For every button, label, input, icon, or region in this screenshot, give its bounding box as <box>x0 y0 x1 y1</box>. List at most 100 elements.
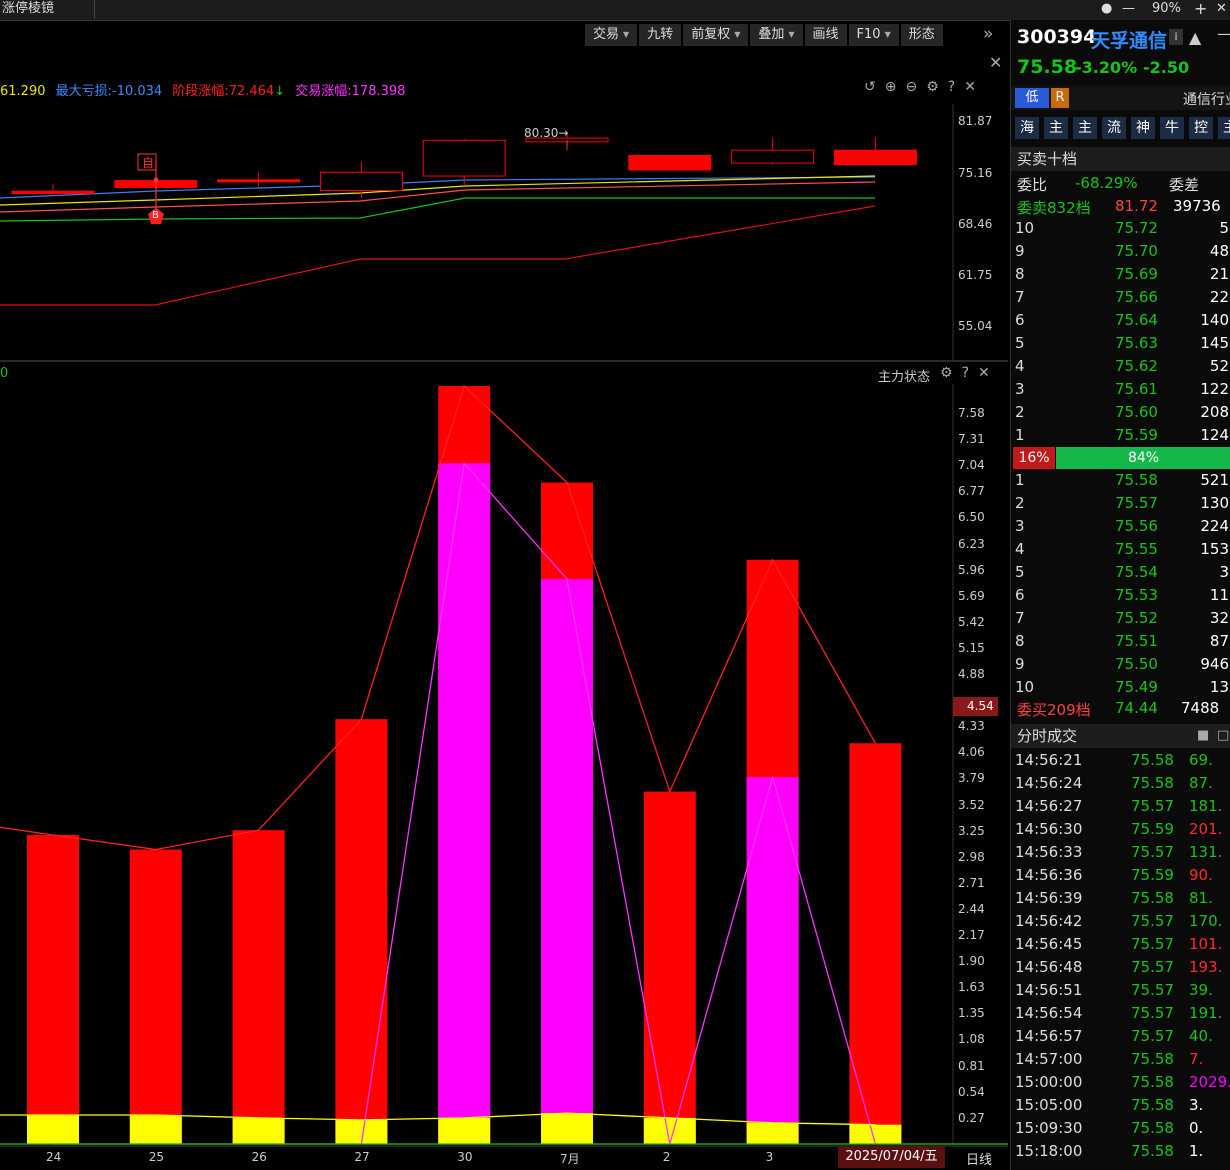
orderbook-row[interactable]: 1 75.59 124 <box>1011 424 1230 447</box>
x-tick-label: 24 <box>46 1150 62 1164</box>
orderbook-row[interactable]: 10 75.49 13 <box>1011 676 1230 699</box>
level-volume: 208 <box>1200 403 1229 421</box>
orderbook-row[interactable]: 6 75.64 140 <box>1011 309 1230 332</box>
tick-volume: 2029. <box>1189 1073 1230 1091</box>
level-label: 5 <box>1015 334 1025 352</box>
alert-icon[interactable]: ● <box>1101 0 1112 19</box>
orderbook-row[interactable]: 2 75.60 208 <box>1011 401 1230 424</box>
indicator-tick-label: 5.42 <box>958 615 985 629</box>
level-label: 3 <box>1015 517 1025 535</box>
candle-body <box>833 149 917 166</box>
orderbook-row[interactable]: 7 75.66 22 <box>1011 286 1230 309</box>
tick-volume: 131. <box>1189 843 1223 861</box>
candle-body <box>422 139 506 177</box>
concept-tag[interactable]: 神 <box>1131 117 1155 139</box>
level-price: 75.57 <box>1115 494 1158 512</box>
indicator-tick-label: 1.90 <box>958 954 985 968</box>
buy-sell-ratio-green: 84% <box>1056 447 1230 469</box>
tick-time: 14:56:42 <box>1015 912 1083 930</box>
indicator-tick-label: 1.63 <box>958 980 985 994</box>
indicator-tick-label: 6.50 <box>958 510 985 524</box>
detail-icon[interactable]: □ <box>1217 724 1229 748</box>
tag-row: 低 R 通信行业 <box>1011 86 1230 110</box>
orderbook-row[interactable]: 9 75.50 946 <box>1011 653 1230 676</box>
indicator-tick-label: 1.35 <box>958 1006 985 1020</box>
orderbook-row[interactable]: 9 75.70 48 <box>1011 240 1230 263</box>
level-volume: 130 <box>1200 494 1229 512</box>
period-label[interactable]: 日线 <box>966 1149 992 1168</box>
tick-time: 14:56:51 <box>1015 981 1083 999</box>
tick-time: 14:56:24 <box>1015 774 1083 792</box>
tick-price: 75.57 <box>1131 935 1174 953</box>
indicator-bar-magenta <box>438 463 491 1144</box>
lock-icon[interactable]: ■ <box>1197 724 1209 748</box>
concept-tag[interactable]: 主 <box>1218 117 1230 139</box>
orderbook-row[interactable]: 5 75.63 145 <box>1011 332 1230 355</box>
level-label: 10 <box>1015 219 1035 237</box>
low-tag[interactable]: 低 <box>1015 88 1049 108</box>
r-tag[interactable]: R <box>1051 88 1069 108</box>
orderbook-row[interactable]: 4 75.55 153 <box>1011 538 1230 561</box>
indicator-bar-red <box>27 835 79 1144</box>
tick-row: 14:56:48 75.57 193. <box>1011 956 1230 979</box>
collapse-icon[interactable]: — <box>1217 24 1230 43</box>
orderbook-row[interactable]: 8 75.69 21 <box>1011 263 1230 286</box>
orderbook-row[interactable]: 3 75.61 122 <box>1011 378 1230 401</box>
tick-volume: 81. <box>1189 889 1213 907</box>
ticks-header: 分时成交 ■ □ <box>1011 724 1230 748</box>
tick-time: 14:56:45 <box>1015 935 1083 953</box>
level-label: 2 <box>1015 494 1025 512</box>
tick-time: 14:56:54 <box>1015 1004 1083 1022</box>
level-price: 75.61 <box>1115 380 1158 398</box>
price-tick-label: 81.87 <box>958 114 993 128</box>
orderbook-row[interactable]: 5 75.54 3 <box>1011 561 1230 584</box>
level-price: 75.66 <box>1115 288 1158 306</box>
indicator-bar-yellow <box>438 1117 491 1144</box>
tick-row: 14:56:24 75.58 87. <box>1011 772 1230 795</box>
info-icon[interactable]: i <box>1169 29 1183 45</box>
indicator-tick-label: 2.44 <box>958 902 985 916</box>
zoom-out-button[interactable]: — <box>1122 0 1135 19</box>
orderbook-row[interactable]: 6 75.53 11 <box>1011 584 1230 607</box>
industry-label[interactable]: 通信行业 <box>1183 89 1230 109</box>
level-volume: 122 <box>1200 380 1229 398</box>
tick-row: 14:56:36 75.59 90. <box>1011 864 1230 887</box>
level-label: 7 <box>1015 609 1025 627</box>
level-label: 6 <box>1015 311 1025 329</box>
ratio-value: -68.29% <box>1075 174 1138 192</box>
level-volume: 48 <box>1209 242 1229 260</box>
stock-name[interactable]: 天孚通信 <box>1091 26 1167 53</box>
orderbook-row[interactable]: 1 75.58 521 <box>1011 469 1230 492</box>
level-label: 4 <box>1015 357 1025 375</box>
indicator-tick-label: 5.15 <box>958 641 985 655</box>
orderbook-row[interactable]: 10 75.72 5 <box>1011 217 1230 240</box>
level-price: 75.56 <box>1115 517 1158 535</box>
bell-icon[interactable]: ▲ <box>1189 28 1201 47</box>
tick-volume: 0. <box>1189 1119 1204 1137</box>
concept-tag[interactable]: 主 <box>1044 117 1068 139</box>
orderbook-row[interactable]: 2 75.57 130 <box>1011 492 1230 515</box>
orderbook-row[interactable]: 4 75.62 52 <box>1011 355 1230 378</box>
orderbook-row[interactable]: 7 75.52 32 <box>1011 607 1230 630</box>
orderbook-row[interactable]: 3 75.56 224 <box>1011 515 1230 538</box>
concept-tag[interactable]: 流 <box>1102 117 1126 139</box>
diff-label: 委差 <box>1169 176 1200 194</box>
tick-row: 15:05:00 75.58 3. <box>1011 1094 1230 1117</box>
concept-tag[interactable]: 控 <box>1189 117 1213 139</box>
close-icon[interactable]: ✕ <box>1216 0 1227 19</box>
orderbook-row[interactable]: 8 75.51 87 <box>1011 630 1230 653</box>
plus-icon[interactable]: + <box>1194 0 1207 19</box>
indicator-tick-label: 0.54 <box>958 1085 985 1099</box>
tick-time: 14:56:33 <box>1015 843 1083 861</box>
level-price: 75.58 <box>1115 471 1158 489</box>
concept-tag[interactable]: 主 <box>1073 117 1097 139</box>
concept-tag[interactable]: 海 <box>1015 117 1039 139</box>
concept-tag[interactable]: 牛 <box>1160 117 1184 139</box>
level-volume: 32 <box>1209 609 1229 627</box>
level-volume: 946 <box>1200 655 1229 673</box>
tick-time: 14:56:39 <box>1015 889 1083 907</box>
indicator-tick-label: 3.79 <box>958 771 985 785</box>
indicator-bar-magenta <box>541 579 593 1144</box>
tick-time: 14:56:36 <box>1015 866 1083 884</box>
indicator-tick-label: 5.96 <box>958 563 985 577</box>
